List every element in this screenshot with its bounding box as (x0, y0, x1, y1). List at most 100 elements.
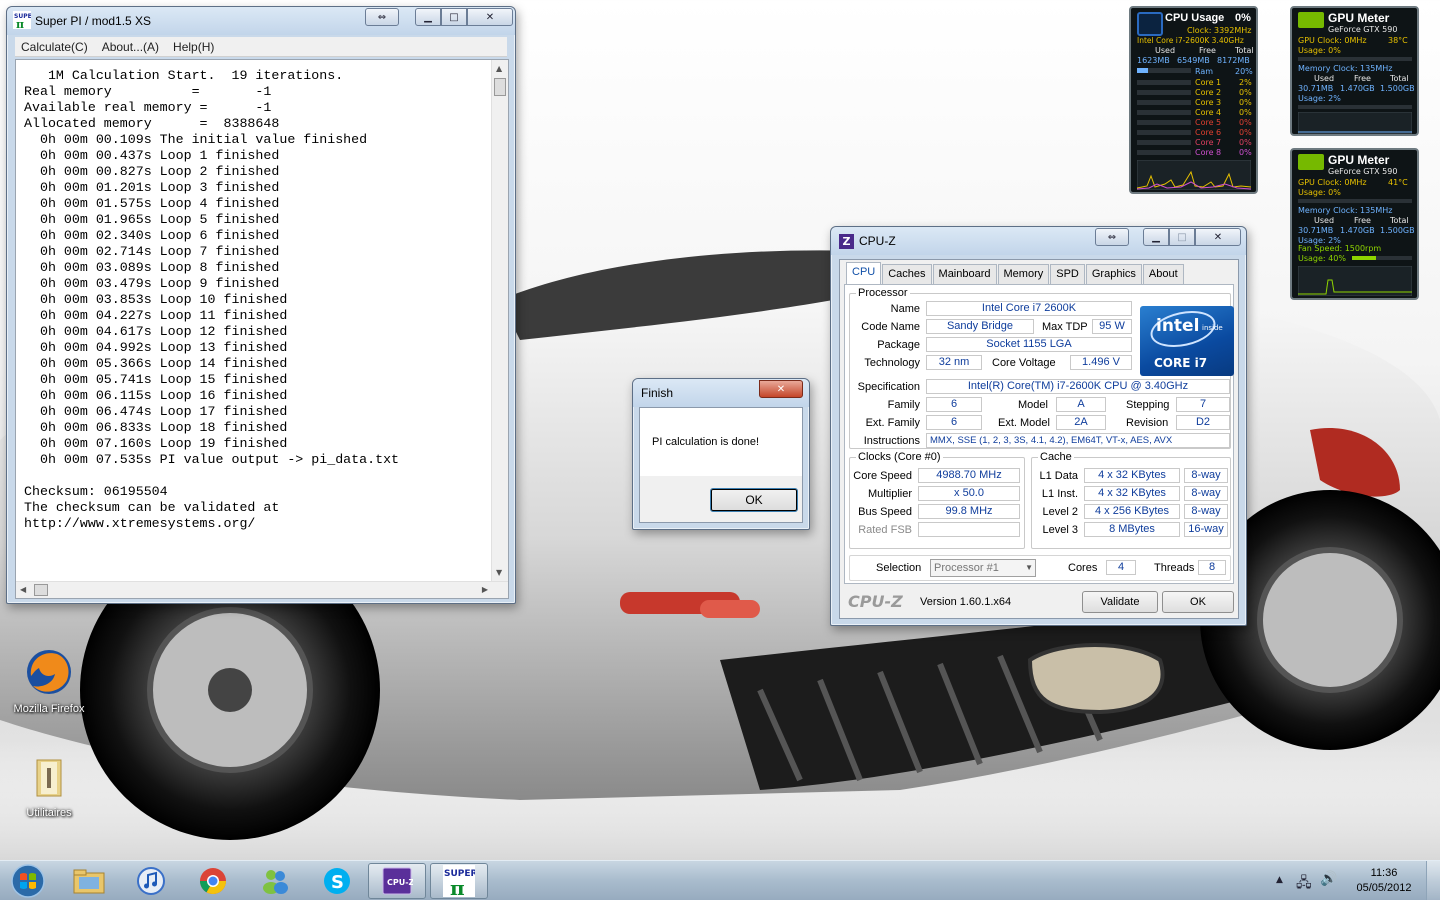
name-label: Name (890, 303, 920, 315)
scroll-left-icon[interactable]: ◀ (20, 585, 26, 594)
package-value: Socket 1155 LGA (926, 337, 1132, 352)
gpu1-mem-usage: Usage: 2% (1298, 94, 1341, 103)
taskbar-skype[interactable]: S (308, 863, 366, 899)
finish-body: PI calculation is done! OK (639, 407, 803, 523)
core-pct: 0% (1239, 148, 1252, 157)
show-hidden-icons-icon[interactable]: ▲ (1276, 875, 1283, 885)
cpuz-version: Version 1.60.1.x64 (920, 596, 1012, 608)
superpi-window[interactable]: SUPER π Super PI / mod1.5 XS ⇔ ▁ □ ✕ Cal… (6, 6, 516, 604)
clocks-group-label: Clocks (Core #0) (856, 451, 943, 463)
cache-group: Cache L1 Data 4 x 32 KBytes 8-way L1 Ins… (1031, 451, 1231, 549)
minimize-button[interactable]: ▁ (1143, 228, 1169, 246)
ok-button[interactable]: OK (1162, 591, 1234, 613)
vertical-scroll-thumb[interactable] (494, 78, 506, 96)
horizontal-scrollbar[interactable]: ◀ ▶ (16, 581, 508, 598)
network-icon[interactable]: 🖧 (1296, 872, 1312, 896)
close-button[interactable]: ✕ (759, 380, 803, 398)
superpi-titlebar[interactable]: SUPER π Super PI / mod1.5 XS ⇔ ▁ □ ✕ (7, 7, 515, 35)
tab-about[interactable]: About (1142, 264, 1184, 284)
tab-caches[interactable]: Caches (882, 264, 932, 284)
cpuz-app-icon: Z (839, 234, 854, 249)
restore-tile-icon[interactable]: ⇔ (1095, 228, 1129, 246)
menu-calculate[interactable]: Calculate(C) (21, 40, 88, 54)
ok-button[interactable]: OK (710, 488, 798, 512)
start-button[interactable] (0, 863, 56, 899)
minimize-button[interactable]: ▁ (415, 8, 441, 26)
menu-help[interactable]: Help(H) (173, 40, 214, 54)
volume-icon[interactable]: 🔊 (1320, 871, 1337, 887)
cores-label: Cores (1068, 562, 1098, 574)
restore-tile-icon[interactable]: ⇔ (365, 8, 399, 26)
cpuz-titlebar[interactable]: Z CPU-Z ⇔ ▁ □ ✕ (831, 227, 1246, 255)
superpi-output-console[interactable]: 1M Calculation Start. 19 iterations. Rea… (15, 59, 509, 599)
l1i-label: L1 Inst. (1041, 488, 1078, 500)
tab-memory[interactable]: Memory (997, 264, 1050, 284)
corevoltage-label: Core Voltage (992, 357, 1056, 369)
maxtdp-value: 95 W (1092, 319, 1132, 334)
vertical-scrollbar[interactable]: ▲ ▼ (491, 60, 508, 581)
processor-select[interactable]: Processor #1 ▼ (930, 559, 1036, 577)
gpu-meter-gadget-2[interactable]: GPU Meter GeForce GTX 590 GPU Clock: 0MH… (1290, 148, 1419, 300)
taskbar-itunes[interactable] (122, 863, 180, 899)
gpu1-history-graph (1298, 112, 1412, 134)
tab-mainboard[interactable]: Mainboard (932, 264, 997, 284)
taskbar-chrome[interactable] (184, 863, 242, 899)
cpuz-bottom-bar: CPU-Z Version 1.60.1.x64 Validate OK (844, 590, 1236, 614)
mem-used: 1623MB (1137, 56, 1170, 65)
stepping-label: Stepping (1126, 399, 1170, 411)
gpu1-mem-used: 30.71MB (1298, 84, 1334, 93)
cpuz-window[interactable]: Z CPU-Z ⇔ ▁ □ ✕ CPU Caches Mainboard Mem… (830, 226, 1247, 626)
maximize-button[interactable]: □ (441, 8, 467, 26)
cpuz-title: CPU-Z (859, 234, 896, 248)
taskbar-cpuz[interactable]: CPU-Z (368, 863, 426, 899)
core-pct: 0% (1239, 108, 1252, 117)
scroll-down-icon[interactable]: ▼ (496, 568, 502, 577)
busspeed-value: 99.8 MHz (918, 504, 1020, 519)
folder-icon (36, 759, 62, 797)
tab-graphics[interactable]: Graphics (1085, 264, 1142, 284)
corevoltage-value: 1.496 V (1070, 355, 1132, 370)
scroll-up-icon[interactable]: ▲ (496, 64, 502, 73)
gpu2-history-graph (1298, 266, 1412, 296)
l3-way: 16-way (1184, 522, 1228, 537)
show-desktop-button[interactable] (1426, 861, 1440, 900)
gpu1-title: GPU Meter (1328, 11, 1390, 25)
scroll-right-icon[interactable]: ▶ (482, 585, 488, 594)
gpu2-fan-usage: Usage: 40% (1298, 254, 1346, 263)
desktop-icon-firefox-label: Mozilla Firefox (13, 703, 85, 715)
core-bar (1137, 140, 1191, 145)
taskbar-clock[interactable]: 11:36 05/05/2012 (1354, 866, 1414, 896)
l1d-way: 8-way (1184, 468, 1228, 483)
taskbar-explorer[interactable] (60, 863, 118, 899)
ram-bar (1137, 68, 1191, 73)
close-button[interactable]: ✕ (467, 8, 513, 26)
tab-spd[interactable]: SPD (1050, 264, 1085, 284)
cpu-clock: Clock: 3392MHz (1187, 26, 1252, 35)
l3-label: Level 3 (1042, 524, 1078, 536)
validate-button[interactable]: Validate (1082, 591, 1158, 613)
cpu-usage-gadget[interactable]: CPU Usage 0% Clock: 3392MHz Intel Core i… (1129, 6, 1258, 194)
gpu1-card: GeForce GTX 590 (1328, 25, 1398, 34)
taskbar-messenger[interactable] (246, 863, 304, 899)
close-button[interactable]: ✕ (1195, 228, 1241, 246)
gpu-meter-gadget-1[interactable]: GPU Meter GeForce GTX 590 GPU Clock: 0MH… (1290, 6, 1419, 136)
gpu2-mem-used: 30.71MB (1298, 226, 1334, 235)
core-bar (1137, 110, 1191, 115)
desktop-icon-utilitaires-label: Utilitaires (26, 807, 72, 819)
finish-titlebar[interactable]: Finish ✕ (633, 379, 809, 407)
finish-dialog[interactable]: Finish ✕ PI calculation is done! OK (632, 378, 810, 530)
cpuz-tabs: CPU Caches Mainboard Memory SPD Graphics… (846, 262, 1185, 284)
nvidia-icon (1298, 154, 1324, 170)
finish-message-area: PI calculation is done! (640, 408, 802, 476)
desktop-icon-firefox[interactable]: Mozilla Firefox (4, 646, 94, 715)
desktop-icon-utilitaires[interactable]: Utilitaires (4, 754, 94, 819)
core-bar (1137, 100, 1191, 105)
superpi-menubar: Calculate(C) About...(A) Help(H) (15, 37, 507, 57)
codename-label: Code Name (861, 321, 920, 333)
tab-cpu[interactable]: CPU (846, 262, 882, 284)
menu-about[interactable]: About...(A) (102, 40, 159, 54)
horizontal-scroll-thumb[interactable] (34, 584, 48, 596)
taskbar-superpi[interactable]: SUPER π (430, 863, 488, 899)
mem-header-used: Used (1155, 46, 1176, 55)
core-label: Core 8 (1195, 148, 1222, 157)
